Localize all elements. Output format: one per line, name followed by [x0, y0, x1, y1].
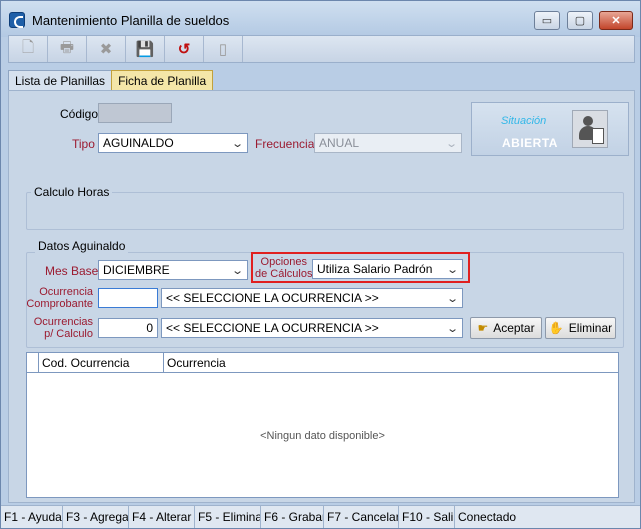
frecuencia-select[interactable]: ANUAL ⌄	[314, 133, 462, 153]
grid-col-ocurrencia[interactable]: Ocurrencia	[164, 353, 618, 372]
ocurrencia-comprobante-select[interactable]: << SELECCIONE LA OCURRENCIA >> ⌄	[161, 288, 463, 308]
status-f10: F10 - Salir	[399, 506, 455, 528]
status-f7: F7 - Cancelar	[324, 506, 399, 528]
close-button[interactable]: ✕	[599, 11, 633, 30]
aceptar-button[interactable]: ☛ Aceptar	[470, 317, 542, 339]
opciones-calculo-select[interactable]: Utiliza Salario Padrón ⌄	[312, 259, 463, 279]
maximize-button[interactable]: ▢	[567, 11, 593, 30]
main-window: Mantenimiento Planilla de sueldos ▭ ▢ ✕ …	[0, 0, 641, 529]
chevron-down-icon: ⌄	[230, 265, 244, 277]
status-connection: Conectado	[458, 510, 517, 524]
opciones-label-line2: de Cálculos	[255, 268, 313, 280]
maximize-icon: ▢	[574, 15, 586, 27]
status-f1: F1 - Ayuda	[1, 506, 63, 528]
ocurrencia-comprobante-code-input[interactable]	[98, 288, 158, 308]
eliminar-label: Eliminar	[568, 321, 613, 335]
employee-sheet-icon	[572, 110, 608, 148]
delete-icon: ✖	[99, 41, 113, 58]
situacion-label: Situación	[501, 115, 547, 127]
status-f5: F5 - Eliminar	[195, 506, 261, 528]
undo-icon: ↺	[177, 41, 191, 58]
datos-aguinaldo-title: Datos Aguinaldo	[35, 239, 129, 253]
save-button[interactable]: 💾	[126, 36, 165, 62]
print-button[interactable]: 🖶	[48, 36, 87, 62]
tipo-value: AGUINALDO	[103, 136, 174, 150]
close-icon: ✕	[611, 15, 621, 27]
undo-button[interactable]: ↺	[165, 36, 204, 62]
new-button[interactable]: 🗋	[9, 36, 48, 62]
grid-col-cod-ocurrencia[interactable]: Cod. Ocurrencia	[39, 353, 164, 372]
ocurrencias-calculo-line2: p/ Calculo	[44, 328, 93, 340]
situacion-box: Situación ABIERTA	[471, 102, 629, 156]
chevron-down-icon: ⌄	[445, 323, 459, 335]
frecuencia-value: ANUAL	[319, 136, 360, 150]
ocurrencia-comprobante-line2: Comprobante	[26, 298, 93, 310]
ocurrencia-comprobante-line1: Ocurrencia	[39, 286, 93, 298]
minimize-button[interactable]: ▭	[534, 11, 560, 30]
grid-empty-text: <Ningun dato disponible>	[260, 430, 385, 442]
mes-base-select[interactable]: DICIEMBRE ⌄	[98, 260, 248, 280]
opciones-label-line1: Opciones	[260, 256, 307, 268]
status-bar: F1 - Ayuda F3 - Agregar F4 - Alterar F5 …	[1, 505, 640, 528]
eliminar-button[interactable]: ✋ Eliminar	[545, 317, 616, 339]
chevron-down-icon: ⌄	[230, 138, 244, 150]
ficha-panel: Código Tipo AGUINALDO ⌄ Frecuencia ANUAL…	[8, 90, 635, 503]
opciones-label: Opciones de Cálculos	[255, 256, 312, 280]
ocurrencia-comprobante-label: Ocurrencia Comprobante	[21, 286, 93, 310]
calculo-horas-title: Calculo Horas	[31, 185, 113, 199]
hand-pointer-icon: ☛	[477, 321, 489, 335]
grid-header: Cod. Ocurrencia Ocurrencia	[27, 353, 618, 373]
app-icon	[9, 12, 25, 28]
window-title: Mantenimiento Planilla de sueldos	[32, 13, 230, 28]
ocurrencias-grid[interactable]: Cod. Ocurrencia Ocurrencia <Ningun dato …	[26, 352, 619, 498]
ocurrencias-calculo-line1: Ocurrencias	[33, 316, 93, 328]
exit-icon: ▯	[218, 41, 228, 58]
minimize-icon: ▭	[541, 15, 553, 27]
status-f3: F3 - Agregar	[63, 506, 129, 528]
opciones-calculo-value: Utiliza Salario Padrón	[317, 262, 433, 276]
mes-base-label: Mes Base	[45, 264, 99, 278]
codigo-field[interactable]	[98, 103, 172, 123]
aceptar-label: Aceptar	[493, 321, 535, 335]
ocurrencias-calculo-select[interactable]: << SELECCIONE LA OCURRENCIA >> ⌄	[161, 318, 463, 338]
ocurrencias-calculo-code-input[interactable]: 0	[98, 318, 158, 338]
tipo-select[interactable]: AGUINALDO ⌄	[98, 133, 248, 153]
delete-button[interactable]: ✖	[87, 36, 126, 62]
save-icon: 💾	[135, 41, 155, 58]
new-icon: 🗋	[21, 38, 35, 56]
situacion-value: ABIERTA	[502, 136, 558, 150]
status-f4: F4 - Alterar	[129, 506, 195, 528]
grid-row-selector-header	[27, 353, 39, 372]
codigo-label: Código	[60, 107, 99, 121]
ocurrencias-calculo-value: << SELECCIONE LA OCURRENCIA >>	[166, 321, 379, 335]
chevron-down-icon: ⌄	[445, 264, 459, 276]
title-bar[interactable]: Mantenimiento Planilla de sueldos ▭ ▢ ✕	[1, 1, 640, 37]
frecuencia-label: Frecuencia	[255, 137, 315, 151]
ocurrencias-calculo-label: Ocurrencias p/ Calculo	[21, 316, 93, 340]
ocurrencia-comprobante-value: << SELECCIONE LA OCURRENCIA >>	[166, 291, 379, 305]
hand-stop-icon: ✋	[548, 321, 564, 335]
tipo-label: Tipo	[72, 137, 95, 151]
status-f6: F6 - Grabar	[261, 506, 324, 528]
mes-base-value: DICIEMBRE	[103, 263, 170, 277]
calculo-horas-group	[26, 192, 624, 230]
chevron-down-icon: ⌄	[445, 293, 459, 305]
tab-strip: Lista de Planillas Ficha de Planilla	[8, 70, 214, 91]
print-icon: 🖶	[59, 38, 75, 56]
toolbar: 🗋 🖶 ✖ 💾 ↺ ▯	[8, 35, 635, 63]
tab-ficha-de-planilla[interactable]: Ficha de Planilla	[111, 70, 214, 91]
tab-lista-de-planillas[interactable]: Lista de Planillas	[8, 70, 113, 90]
exit-button[interactable]: ▯	[204, 36, 243, 62]
chevron-down-icon: ⌄	[444, 138, 458, 150]
